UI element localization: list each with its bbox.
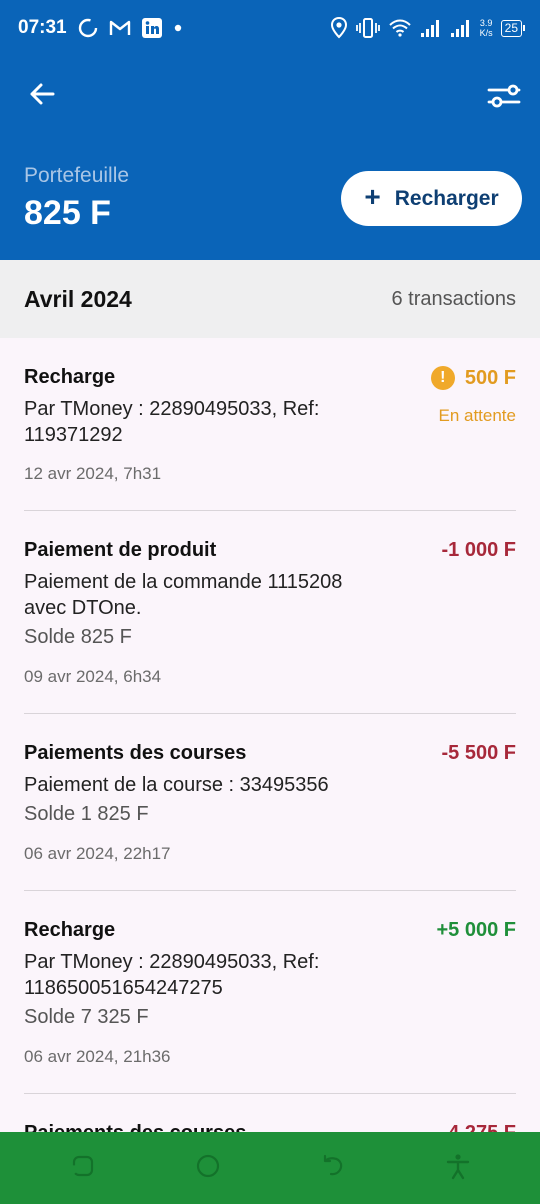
recharge-button[interactable]: + Recharger: [341, 171, 522, 226]
month-section-header: Avril 2024 6 transactions: [0, 260, 540, 338]
network-speed-unit: K/s: [479, 28, 493, 38]
sliders-icon: [487, 81, 521, 116]
accessibility-button[interactable]: [440, 1150, 476, 1186]
home-icon: [194, 1152, 222, 1185]
wallet-header: Portefeuille 825 F + Recharger: [0, 56, 540, 260]
transaction-description: Par TMoney : 22890495033, Ref: 118650051…: [24, 949, 384, 1001]
transaction-title: Paiement de produit: [24, 539, 217, 561]
transaction-description-line: 119371292: [24, 424, 123, 446]
transaction-count: 6 transactions: [391, 287, 516, 310]
transaction-title: Paiements des courses: [24, 742, 247, 764]
notification-dot-icon: [173, 23, 183, 33]
back-nav-icon: [319, 1152, 347, 1185]
linkedin-icon: [141, 17, 163, 39]
transaction-balance: Solde 825 F: [24, 626, 132, 648]
recharge-button-label: Recharger: [394, 186, 499, 210]
home-button[interactable]: [190, 1150, 226, 1186]
transaction-item[interactable]: Recharge +5 000 F Par TMoney : 228904950…: [24, 891, 516, 1094]
transaction-description-line: Par TMoney : 22890495033, Ref:: [24, 951, 320, 973]
gmail-icon: [109, 19, 131, 37]
location-icon: [330, 17, 348, 39]
transaction-amount: -1 000 F: [441, 539, 516, 561]
transaction-date: 06 avr 2024, 21h36: [24, 1047, 171, 1066]
status-time: 07:31: [18, 17, 67, 38]
arrow-left-icon: [27, 79, 57, 114]
transaction-amount-value: 500 F: [464, 366, 516, 389]
wifi-icon: [388, 18, 412, 38]
battery-indicator: 25: [500, 19, 526, 37]
recent-apps-icon: [70, 1153, 96, 1184]
month-title: Avril 2024: [24, 285, 132, 312]
plus-icon: +: [364, 181, 381, 212]
transaction-amount: +5 000 F: [436, 919, 516, 941]
transaction-date: 09 avr 2024, 6h34: [24, 667, 162, 686]
back-button[interactable]: [24, 78, 60, 114]
transaction-item[interactable]: Recharge ! 500 F En attente Par TMoney :…: [24, 338, 516, 511]
transaction-description: Par TMoney : 22890495033, Ref: 119371292: [24, 396, 384, 448]
recent-apps-button[interactable]: [65, 1150, 101, 1186]
transaction-amount: ! 500 F: [430, 366, 516, 390]
status-left: 07:31: [18, 17, 183, 39]
transaction-description-line: avec DTOne.: [24, 597, 142, 619]
transaction-description: Paiement de la course : 33495356: [24, 772, 384, 798]
transaction-date: 06 avr 2024, 22h17: [24, 844, 171, 863]
wallet-label: Portefeuille: [24, 164, 130, 187]
network-speed: 3.9 K/s: [480, 18, 493, 38]
transaction-amount: -5 500 F: [441, 742, 516, 764]
transaction-status: En attente: [438, 406, 516, 425]
vibrate-icon: [355, 17, 380, 39]
transaction-description-line: Paiement de la course : 33495356: [24, 774, 329, 796]
status-bar: 07:31 3.9 K/s 25: [0, 0, 540, 56]
wallet-balance: 825 F: [24, 194, 111, 232]
transaction-date: 12 avr 2024, 7h31: [24, 464, 162, 483]
transaction-title: Recharge: [24, 919, 116, 941]
system-navigation-bar: [0, 1132, 540, 1204]
transaction-description: Paiement de la commande 1115208 avec DTO…: [24, 569, 384, 621]
transaction-item[interactable]: Paiement de produit -1 000 F Paiement de…: [24, 511, 516, 714]
back-nav-button[interactable]: [315, 1150, 351, 1186]
signal-icon-1: [420, 18, 442, 38]
transaction-description-line: Paiement de la commande 1115208: [24, 571, 343, 593]
status-right: 3.9 K/s 25: [330, 17, 526, 39]
transaction-description-line: Par TMoney : 22890495033, Ref:: [24, 398, 320, 420]
transaction-item[interactable]: Paiements des courses -5 500 F Paiement …: [24, 714, 516, 891]
warning-icon: !: [430, 366, 455, 390]
transaction-description-line: 118650051654247275: [24, 977, 223, 999]
filter-button[interactable]: [486, 80, 522, 116]
network-speed-value: 3.9: [479, 18, 493, 28]
loading-icon: [77, 17, 99, 39]
signal-icon-2: [450, 18, 472, 38]
transaction-balance: Solde 7 325 F: [24, 1006, 149, 1028]
transaction-title: Recharge: [24, 366, 116, 388]
transaction-balance: Solde 1 825 F: [24, 803, 149, 825]
accessibility-icon: [445, 1152, 471, 1185]
